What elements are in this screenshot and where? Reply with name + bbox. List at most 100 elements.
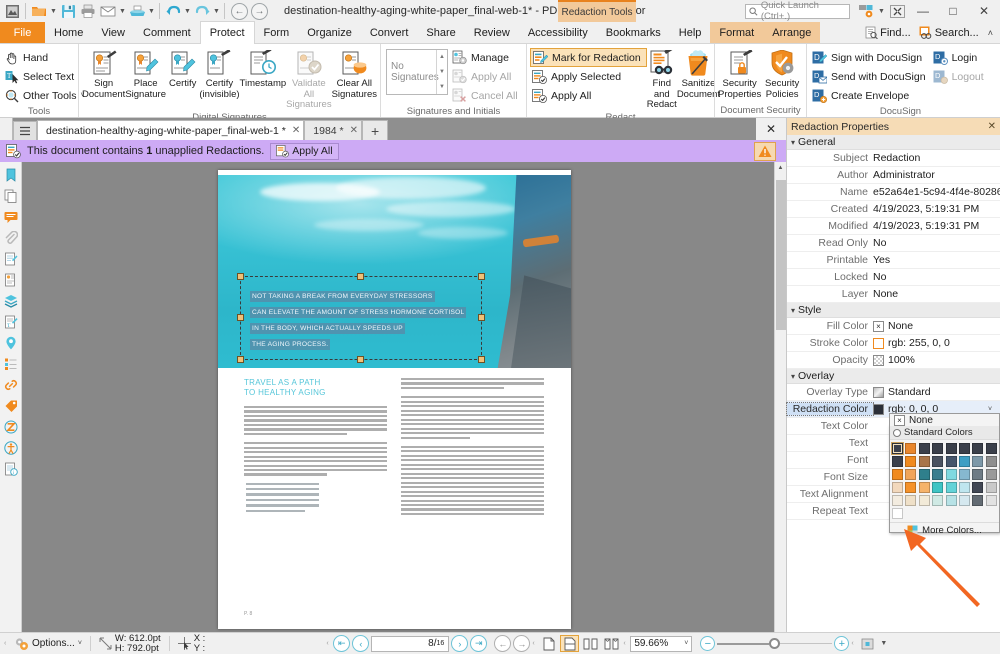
color-swatch[interactable]: [959, 443, 970, 454]
properties-panel-close-icon[interactable]: ✕: [988, 121, 996, 132]
btn-apply-all-redactions[interactable]: Apply All: [530, 86, 647, 105]
tab-bookmarks[interactable]: Bookmarks: [597, 22, 670, 43]
overlay-twisty-icon[interactable]: ▾: [791, 372, 795, 381]
sidebar-item-attachments[interactable]: [1, 227, 21, 248]
redo-caret-icon[interactable]: ▼: [212, 1, 221, 21]
color-swatch[interactable]: [946, 456, 957, 467]
nav-back-button[interactable]: ←: [231, 3, 248, 20]
redaction-selection-box[interactable]: [240, 276, 482, 360]
btn-cancel-all-signatures[interactable]: Cancel All: [450, 86, 523, 105]
color-swatch[interactable]: [919, 443, 930, 454]
property-value-name[interactable]: e52a64e1-5c94-4f4e-80286f01ba..: [873, 186, 1000, 198]
scan-caret-icon[interactable]: ▼: [147, 1, 156, 21]
close-button[interactable]: ✕: [968, 0, 1000, 22]
resize-handle-top-center[interactable]: [357, 273, 364, 280]
tool-select-text[interactable]: T Select Text: [3, 67, 90, 86]
vertical-scroll-thumb[interactable]: [776, 180, 786, 330]
email-caret-icon[interactable]: ▼: [118, 1, 127, 21]
tab-convert[interactable]: Convert: [361, 22, 418, 43]
properties-section-style[interactable]: ▾ Style: [787, 303, 1000, 318]
btn-security-properties[interactable]: SecurityProperties: [718, 46, 761, 100]
property-row-created[interactable]: Created 4/19/2023, 5:19:31 PM: [787, 201, 1000, 218]
property-row-stroke-color[interactable]: Stroke Color rgb: 255, 0, 0: [787, 335, 1000, 352]
property-value-author[interactable]: Administrator: [873, 169, 1000, 181]
tab-help[interactable]: Help: [670, 22, 711, 43]
color-swatch[interactable]: [932, 495, 943, 506]
color-swatch[interactable]: [946, 495, 957, 506]
statusbar-grip-right[interactable]: ‹: [851, 637, 856, 651]
tab-accessibility[interactable]: Accessibility: [519, 22, 597, 43]
color-popup-none-option[interactable]: × None: [889, 413, 1000, 426]
property-value-fill-color[interactable]: × None: [873, 320, 1000, 332]
property-row-name[interactable]: Name e52a64e1-5c94-4f4e-80286f01ba..: [787, 184, 1000, 201]
page-number-field[interactable]: 8/16: [371, 636, 449, 652]
sidebar-item-order[interactable]: [1, 416, 21, 437]
color-swatch[interactable]: [892, 469, 903, 480]
btn-send-with-docusign[interactable]: D Send with DocuSign: [810, 67, 931, 86]
tab-form[interactable]: Form: [255, 22, 299, 43]
view-single-page-button[interactable]: [539, 635, 558, 652]
color-swatch[interactable]: [905, 469, 916, 480]
property-value-subject[interactable]: Redaction: [873, 152, 1000, 164]
tab-protect[interactable]: Protect: [200, 21, 255, 44]
tab-format[interactable]: Format: [710, 22, 763, 43]
resize-handle-bottom-center[interactable]: [357, 356, 364, 363]
color-swatch[interactable]: [986, 495, 997, 506]
view-continuous-button[interactable]: [560, 635, 579, 652]
color-swatch[interactable]: [959, 495, 970, 506]
scroll-up-arrow-icon[interactable]: ▲: [775, 162, 786, 174]
open-folder-icon[interactable]: [29, 1, 49, 21]
tab-view[interactable]: View: [92, 22, 134, 43]
property-row-fill-color[interactable]: Fill Color × None: [787, 318, 1000, 335]
btn-docusign-login[interactable]: D Login: [931, 48, 989, 67]
property-value-overlay-type[interactable]: Standard: [873, 386, 1000, 398]
property-value-locked[interactable]: No: [873, 271, 1000, 283]
property-row-modified[interactable]: Modified 4/19/2023, 5:19:31 PM: [787, 218, 1000, 235]
tab-review[interactable]: Review: [465, 22, 519, 43]
property-row-author[interactable]: Author Administrator: [787, 167, 1000, 184]
color-swatch[interactable]: [919, 469, 930, 480]
color-swatch[interactable]: [986, 469, 997, 480]
print-icon[interactable]: [78, 1, 98, 21]
sidebar-item-content[interactable]: [1, 248, 21, 269]
btn-apply-selected[interactable]: Apply Selected: [530, 67, 647, 86]
color-swatch[interactable]: [959, 469, 970, 480]
redaction-color-swatch[interactable]: [873, 404, 884, 415]
view-two-up-button[interactable]: [581, 635, 600, 652]
next-page-button[interactable]: ›: [451, 635, 468, 652]
property-value-layer[interactable]: None: [873, 288, 1000, 300]
minimize-button[interactable]: —: [908, 0, 938, 22]
property-row-opacity[interactable]: Opacity 100%: [787, 352, 1000, 369]
style-twisty-icon[interactable]: ▾: [791, 306, 795, 315]
scan-icon[interactable]: [127, 1, 147, 21]
ribbon-options-caret-icon[interactable]: ▼: [877, 1, 886, 21]
color-swatch[interactable]: [919, 482, 930, 493]
color-swatch[interactable]: [905, 482, 916, 493]
tool-other-tools[interactable]: Other Tools ˅: [3, 86, 90, 105]
color-swatch[interactable]: [959, 456, 970, 467]
nav-forward-button[interactable]: →: [251, 3, 268, 20]
color-swatch[interactable]: [932, 456, 943, 467]
color-swatch[interactable]: [986, 482, 997, 493]
search-button[interactable]: Search...: [915, 26, 983, 39]
tab-home[interactable]: Home: [45, 22, 92, 43]
color-swatch[interactable]: [919, 495, 930, 506]
maximize-button[interactable]: □: [938, 0, 968, 22]
fit-page-button[interactable]: [858, 635, 877, 652]
color-swatch[interactable]: [892, 482, 903, 493]
open-caret-icon[interactable]: ▼: [49, 1, 58, 21]
stroke-color-swatch[interactable]: [873, 338, 884, 349]
color-swatch[interactable]: [932, 482, 943, 493]
document-vertical-scrollbar[interactable]: ▲: [774, 162, 786, 632]
email-icon[interactable]: [98, 1, 118, 21]
resize-handle-top-right[interactable]: [478, 273, 485, 280]
last-page-button[interactable]: ⇥: [470, 635, 487, 652]
zoom-in-button[interactable]: +: [834, 636, 849, 651]
statusbar-grip-nav[interactable]: ‹: [326, 637, 331, 651]
color-swatch[interactable]: [972, 495, 983, 506]
redo-icon[interactable]: [192, 1, 212, 21]
property-row-printable[interactable]: Printable Yes: [787, 252, 1000, 269]
prev-page-button[interactable]: ‹: [352, 635, 369, 652]
color-swatch[interactable]: [905, 456, 916, 467]
color-swatch[interactable]: [959, 482, 970, 493]
